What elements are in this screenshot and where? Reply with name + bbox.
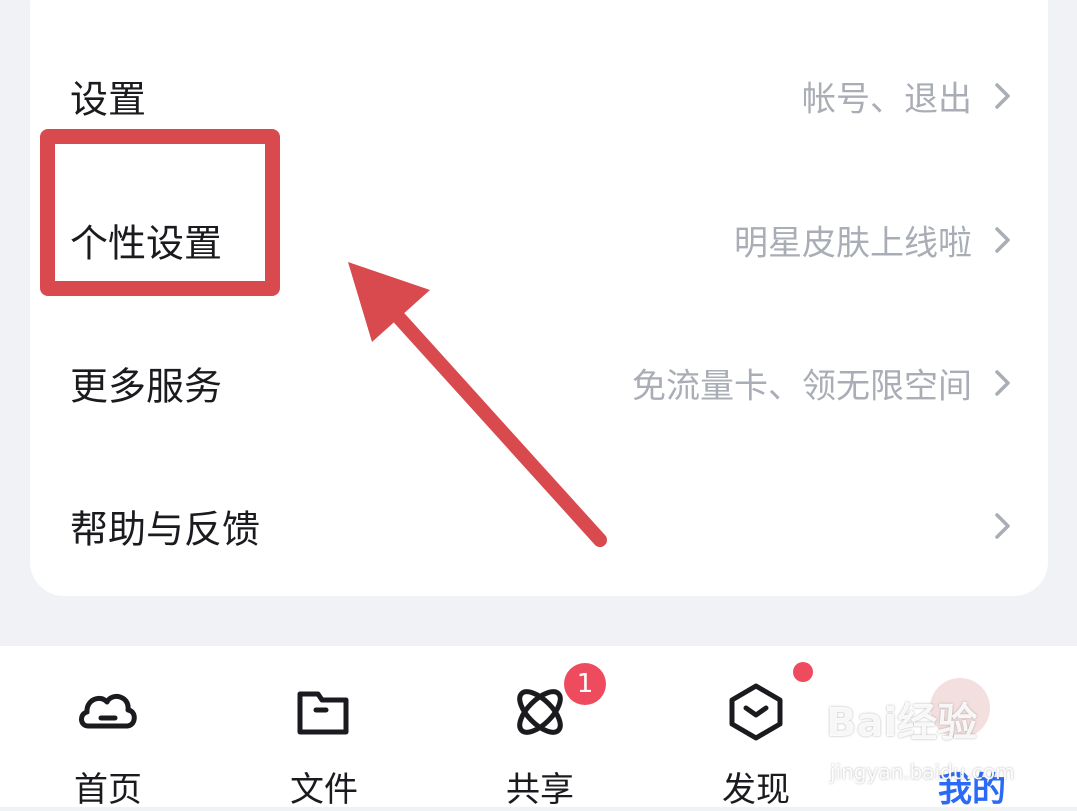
tab-label: 共享	[506, 770, 574, 810]
watermark-url: jingyan.baidu.com	[830, 760, 1015, 784]
tab-label: 文件	[290, 770, 358, 810]
tab-home[interactable]: 首页	[48, 646, 168, 810]
new-dot-indicator	[793, 662, 813, 682]
folder-icon	[297, 691, 349, 735]
cloud-icon	[79, 693, 137, 729]
tab-label: 首页	[74, 770, 142, 810]
tab-label: 发现	[722, 770, 790, 810]
discover-box-icon	[729, 683, 783, 741]
tab-files[interactable]: 文件	[264, 646, 384, 810]
watermark-logo: Bai经验	[826, 700, 978, 746]
notification-badge: 1	[564, 663, 606, 705]
